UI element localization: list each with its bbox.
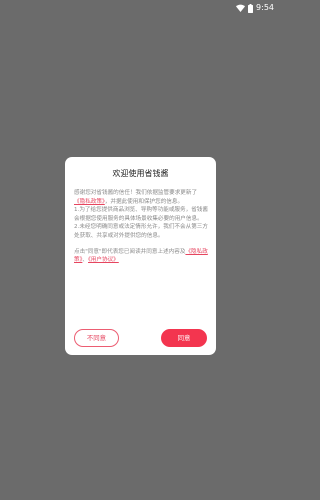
consent-text: 点击"同意"即代表您已阅读并同意上述内容及 — [74, 248, 186, 255]
privacy-policy-link-inline[interactable]: 《隐私政策》 — [74, 199, 105, 205]
dialog-body: 感谢您对省钱酱的信任！我们依据监管要求更新了《隐私政策》，并据此使用和保护您的信… — [74, 189, 208, 265]
battery-icon — [248, 3, 254, 13]
intro-text-end: ，并据此使用和保护您的信息。 — [104, 198, 184, 205]
consent-notice: 点击"同意"即代表您已阅读并同意上述内容及《隐私政策》、《用户协议》 — [74, 248, 208, 265]
status-time: 9:54 — [256, 3, 274, 12]
user-agreement-link[interactable]: 《用户协议》 — [88, 257, 119, 263]
item-1-paragraph: 1.为了给您提供商品浏览、导购等功能或服务，省钱酱会根据您使用服务的具体场景收集… — [74, 207, 208, 222]
status-icons: 9:54 — [236, 2, 274, 14]
status-bar: 9:54 — [0, 0, 280, 16]
disagree-button[interactable]: 不同意 — [74, 329, 119, 347]
intro-text-start: 感谢您对省钱酱的信任！我们依据监管要求更新了 — [74, 190, 198, 196]
item-2-paragraph: 2.未经您明确同意或法定情形允许，我们不会从第三方处获取、共享或对外提供您的信息… — [74, 224, 208, 239]
intro-paragraph: 感谢您对省钱酱的信任！我们依据监管要求更新了《隐私政策》，并据此使用和保护您的信… — [74, 189, 208, 206]
privacy-dialog: 欢迎使用省钱酱 感谢您对省钱酱的信任！我们依据监管要求更新了《隐私政策》，并据此… — [65, 157, 216, 355]
wifi-icon — [236, 4, 246, 12]
agree-button[interactable]: 同意 — [161, 329, 207, 347]
dialog-title: 欢迎使用省钱酱 — [112, 169, 169, 178]
